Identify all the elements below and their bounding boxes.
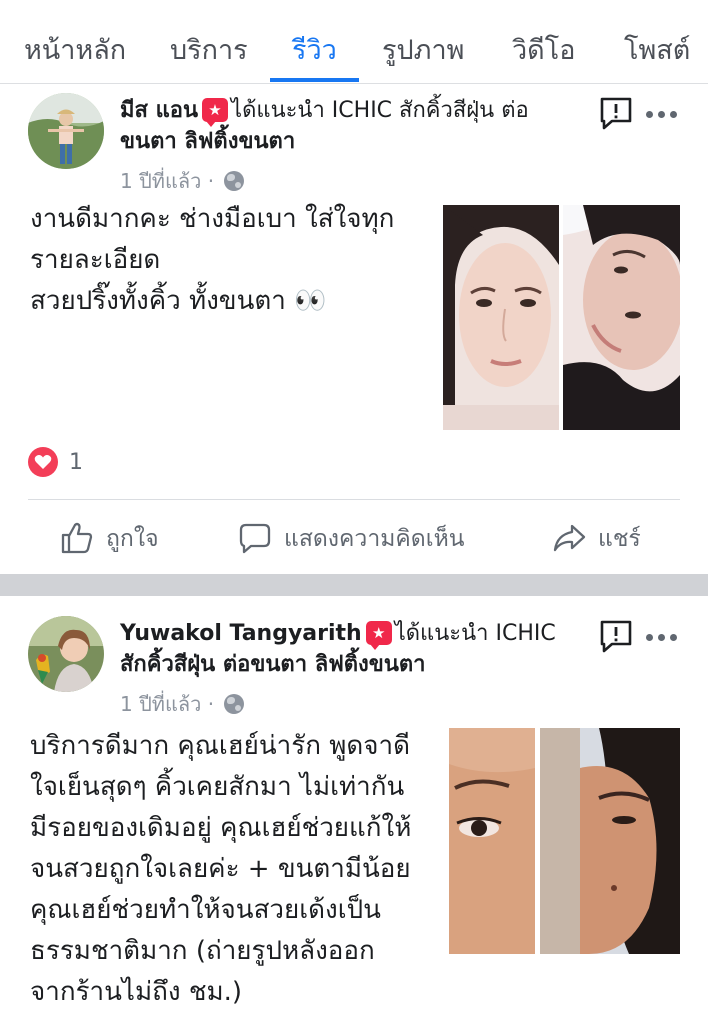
recommend-page-text[interactable]: สักคิ้วสีฝุ่น ต่อขนตา ลิฟติ้งขนตา [120,652,426,677]
love-reaction-icon [28,447,58,477]
review-text-line: งานดีมากคะ ช่างมือเบา ใส่ใจทุก [30,204,395,234]
avatar[interactable] [28,93,104,169]
review-text-line: สวยปริ๊งทั้งคิ้ว ทั้งขนตา 👀 [30,286,327,316]
globe-icon [224,694,245,714]
review-text-line: ใจเย็นสุดๆ คิ้วเคยสักมา ไม่เท่ากัน [30,772,405,802]
comment-icon [239,523,271,554]
post-meta: 1 ปีที่แล้ว · [120,688,245,720]
recommend-page-text[interactable]: ขนตา ลิฟติ้งขนตา [120,129,295,154]
author-name[interactable]: Yuwakol Tangyarith [120,621,362,646]
recommend-text: ได้แนะนำ ICHIC [394,621,556,646]
post-time[interactable]: 1 ปีที่แล้ว · [120,692,214,716]
review-text-line: ธรรมชาติมาก (ถ่ายรูปหลังออก [30,936,375,966]
tab-reviews[interactable]: รีวิว [292,28,337,71]
report-icon[interactable] [598,95,634,131]
share-label: แชร์ [598,526,641,552]
recommend-badge-icon: ★ [365,621,392,650]
review-text: งานดีมากคะ ช่างมือเบา ใส่ใจทุก รายละเอีย… [30,199,394,322]
review-text-line: คุณเฮย์ช่วยทำให้จนสวยเด้งเป็น [30,895,381,925]
review-text-line: รายละเอียด [30,245,161,275]
divider [28,499,680,500]
review-photo[interactable] [563,205,680,430]
tab-photos[interactable]: รูปภาพ [382,28,464,71]
share-button[interactable]: แชร์ [552,521,641,557]
thumbs-up-icon [61,522,93,554]
review-text-line: จนสวยถูกใจเลยค่ะ + ขนตามีน้อย [30,854,411,884]
post-header: มีส แอน ★ ได้แนะนำ ICHIC สักคิ้วสีฝุ่น ต่อ… [120,95,580,157]
tab-videos[interactable]: วิดีโอ [512,28,575,71]
like-label: ถูกใจ [106,526,159,552]
review-post: Yuwakol Tangyarith ★ ได้แนะนำ ICHIC สักคิ้… [0,596,708,1024]
review-photo[interactable] [449,728,680,954]
post-separator [0,574,708,596]
post-time[interactable]: 1 ปีที่แล้ว · [120,169,214,193]
tab-home[interactable]: หน้าหลัก [24,28,126,71]
active-tab-indicator [270,78,359,82]
globe-icon [224,171,245,191]
more-options-icon[interactable] [644,628,680,648]
recommend-badge-icon: ★ [202,98,229,127]
review-text-line: บริการดีมาก คุณเฮย์น่ารัก พูดจาดี [30,731,410,761]
review-post: มีส แอน ★ ได้แนะนำ ICHIC สักคิ้วสีฝุ่น ต่อ… [0,85,708,574]
reaction-count: 1 [69,450,83,475]
page-tab-bar: หน้าหลัก บริการ รีวิว รูปภาพ วิดีโอ โพสต… [0,0,708,84]
more-options-icon[interactable] [644,105,680,125]
review-text-line: มีรอยของเดิมอยู่ คุณเฮย์ช่วยแก้ให้ [30,813,412,843]
tab-services[interactable]: บริการ [170,28,248,71]
tab-posts[interactable]: โพสต์ [624,28,690,71]
like-button[interactable]: ถูกใจ [60,521,159,557]
reaction-summary[interactable]: 1 [28,447,83,477]
avatar[interactable] [28,616,104,692]
comment-label: แสดงความคิดเห็น [284,526,465,552]
post-meta: 1 ปีที่แล้ว · [120,165,245,197]
comment-button[interactable]: แสดงความคิดเห็น [238,521,464,557]
author-name[interactable]: มีส แอน [120,98,198,123]
review-text-line: จากร้านไม่ถึง ชม.) [30,977,243,1007]
post-header: Yuwakol Tangyarith ★ ได้แนะนำ ICHIC สักคิ้… [120,618,590,680]
review-photo[interactable] [443,205,559,430]
report-icon[interactable] [598,618,634,654]
share-arrow-icon [553,524,586,552]
review-text: บริการดีมาก คุณเฮย์น่ารัก พูดจาดี ใจเย็น… [30,726,411,1013]
recommend-text: ได้แนะนำ ICHIC สักคิ้วสีฝุ่น ต่อ [231,98,529,123]
